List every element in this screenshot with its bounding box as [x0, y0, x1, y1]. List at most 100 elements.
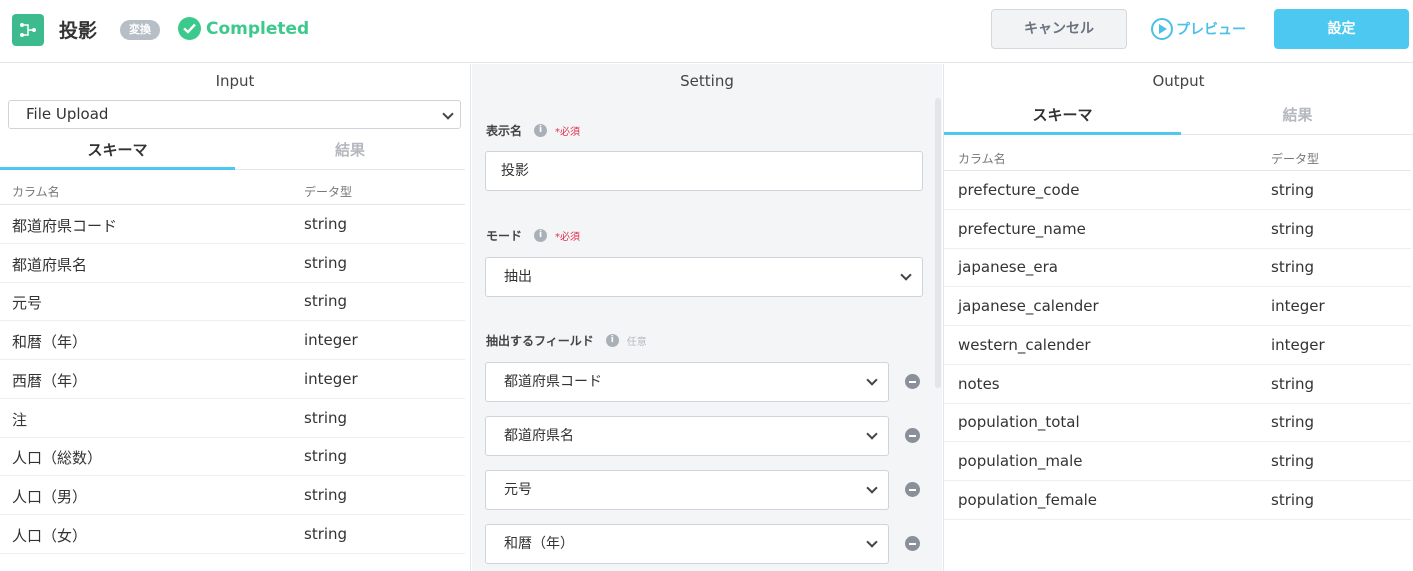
column-type: string [304, 253, 348, 272]
status-indicator: Completed [178, 17, 309, 40]
source-select[interactable]: File Upload [8, 100, 461, 129]
display-name-input[interactable]: 投影 [485, 151, 923, 191]
info-icon[interactable]: i [605, 334, 619, 347]
table-row[interactable]: japanese_era string [944, 248, 1411, 288]
table-row[interactable]: population_male string [944, 442, 1411, 481]
chevron-down-icon [900, 269, 912, 281]
column-name: 西暦（年） [12, 371, 88, 390]
field-select[interactable]: 元号 [485, 470, 889, 510]
save-settings-button[interactable]: 設定 [1274, 9, 1409, 49]
table-row[interactable]: 西暦（年） integer [0, 360, 465, 399]
table-row[interactable]: 和暦（年） integer [0, 321, 465, 361]
field-select[interactable]: 都道府県コード [485, 362, 889, 402]
field-select-value: 都道府県コード [504, 374, 602, 390]
column-name: 都道府県コード [12, 217, 118, 235]
table-row[interactable]: 都道府県コード string [0, 205, 465, 244]
column-name: 人口（女） [12, 526, 88, 545]
column-name-header: カラム名 [958, 152, 1006, 166]
tab-result[interactable]: 結果 [1181, 100, 1413, 135]
remove-field-icon[interactable] [905, 428, 920, 443]
field-select[interactable]: 和暦（年） [485, 524, 889, 564]
data-type-header: データ型 [304, 185, 353, 199]
column-name: 元号 [12, 294, 43, 313]
table-row[interactable]: 人口（女） string [0, 515, 465, 554]
column-type: string [1271, 258, 1315, 277]
table-row[interactable]: notes string [944, 365, 1411, 404]
chevron-down-icon [866, 428, 878, 440]
column-type: integer [304, 331, 358, 350]
display-name-label: 表示名 i *必須 [486, 122, 580, 139]
tab-result[interactable]: 結果 [235, 135, 465, 170]
mode-label: モード i *必須 [486, 227, 580, 244]
remove-field-icon[interactable] [905, 536, 920, 551]
column-type: string [304, 292, 348, 311]
setting-panel: Setting 表示名 i *必須 投影 モード i *必須 抽出 抽出するフィ… [472, 64, 942, 571]
source-select-value: File Upload [26, 105, 109, 123]
tab-schema[interactable]: スキーマ [0, 135, 235, 170]
page-title: 投影 [59, 20, 98, 42]
remove-field-icon[interactable] [905, 374, 920, 389]
header: 投影 変換 Completed キャンセル プレビュー 設定 [0, 0, 1413, 63]
column-type: integer [1271, 335, 1325, 354]
check-circle-icon [178, 17, 201, 40]
table-row[interactable]: 元号 string [0, 282, 465, 322]
table-row[interactable]: western_calender integer [944, 326, 1411, 365]
column-name: japanese_era [958, 258, 1058, 277]
required-marker: *必須 [555, 127, 581, 138]
field-select-value: 和暦（年） [504, 536, 574, 552]
field-select[interactable]: 都道府県名 [485, 416, 889, 456]
table-row[interactable]: population_female string [944, 481, 1411, 520]
scrollbar[interactable] [935, 98, 941, 388]
table-row[interactable]: 注 string [0, 399, 465, 438]
table-row[interactable]: 人口（総数） string [0, 437, 465, 477]
column-name: western_calender [958, 335, 1091, 354]
column-type: string [304, 215, 348, 233]
mode-select-value: 抽出 [504, 269, 532, 285]
play-circle-icon [1151, 18, 1173, 40]
column-name: 和暦（年） [12, 333, 88, 352]
preview-label: プレビュー [1176, 22, 1246, 38]
remove-field-icon[interactable] [905, 482, 920, 497]
column-name-header: カラム名 [12, 185, 60, 199]
table-row[interactable]: prefecture_name string [944, 210, 1411, 249]
column-name: prefecture_code [958, 181, 1080, 199]
column-type: integer [304, 369, 358, 388]
display-name-label-text: 表示名 [486, 124, 523, 138]
status-text: Completed [206, 18, 310, 39]
column-type: string [1271, 374, 1315, 393]
info-icon[interactable]: i [534, 229, 548, 242]
mode-label-text: モード [486, 229, 523, 243]
column-name: 都道府県名 [12, 255, 88, 274]
field-select-value: 元号 [504, 482, 532, 498]
chevron-down-icon [866, 374, 878, 386]
column-name: population_male [958, 451, 1083, 470]
data-type-header: データ型 [1271, 152, 1320, 166]
table-row[interactable]: japanese_calender integer [944, 287, 1411, 327]
input-title: Input [215, 72, 255, 90]
fields-label-text: 抽出するフィールド [486, 334, 594, 348]
table-row[interactable]: 都道府県名 string [0, 244, 465, 283]
column-name: 注 [12, 410, 28, 429]
chevron-down-icon [866, 536, 878, 548]
chevron-down-icon [442, 108, 454, 120]
projection-icon [12, 14, 44, 46]
column-type: string [1271, 490, 1315, 509]
table-row[interactable]: population_total string [944, 403, 1411, 443]
column-name: 人口（総数） [12, 449, 103, 468]
column-name: notes [958, 374, 1000, 393]
info-icon[interactable]: i [534, 124, 548, 137]
cancel-button[interactable]: キャンセル [991, 9, 1127, 49]
fields-label: 抽出するフィールド i 任意 [486, 332, 647, 349]
column-name: japanese_calender [958, 297, 1099, 316]
output-title: Output [1152, 72, 1205, 90]
table-row[interactable]: 人口（男） string [0, 476, 465, 515]
column-type: integer [1271, 297, 1325, 316]
column-type: string [304, 485, 348, 504]
preview-button[interactable]: プレビュー [1151, 16, 1246, 42]
table-row[interactable]: prefecture_code string [944, 171, 1411, 210]
field-select-value: 都道府県名 [504, 428, 574, 444]
column-type: string [1271, 413, 1315, 432]
mode-select[interactable]: 抽出 [485, 257, 923, 297]
tab-schema[interactable]: スキーマ [944, 100, 1181, 135]
column-type: string [304, 524, 348, 543]
